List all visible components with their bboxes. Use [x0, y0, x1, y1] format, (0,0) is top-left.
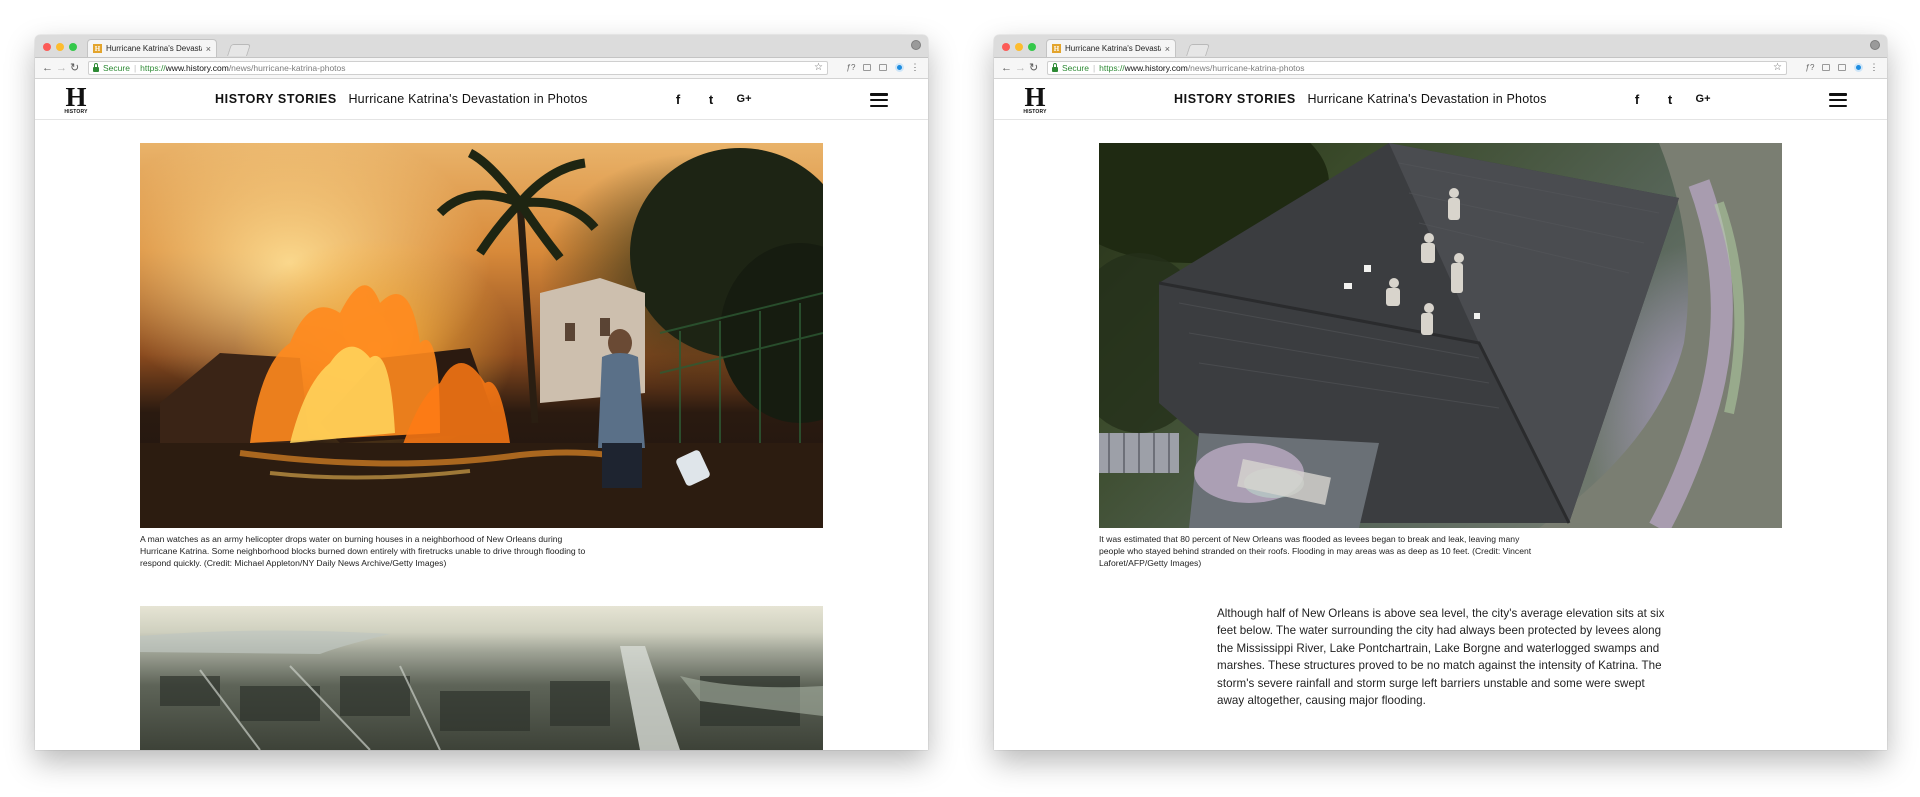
history-favicon-icon: H [1052, 44, 1061, 53]
brand-label[interactable]: HISTORY STORIES [215, 92, 337, 106]
logo-word: HISTORY [1023, 109, 1047, 115]
photo-caption-left: A man watches as an army helicopter drop… [140, 534, 586, 568]
googleplus-icon[interactable]: G+ [1696, 91, 1711, 107]
url-scheme: https:// [1099, 63, 1125, 73]
address-toolbar: ← → ↻ Secure | https:// www.history.com … [35, 58, 928, 79]
browser-window-left: H Hurricane Katrina's Devastation × ← → … [35, 35, 928, 750]
social-share: f t G+ [1630, 91, 1711, 107]
blue-extension-icon[interactable] [1853, 62, 1863, 72]
new-tab-button[interactable] [227, 44, 251, 56]
tab-title: Hurricane Katrina's Devastation [106, 44, 202, 53]
minimize-window-button[interactable] [1015, 43, 1023, 51]
url-path: /news/hurricane-katrina-photos [228, 63, 346, 73]
header-title: HISTORY STORIES Hurricane Katrina's Deva… [1174, 92, 1547, 106]
address-bar[interactable]: Secure | https:// www.history.com /news/… [1047, 61, 1787, 75]
font-extension-icon[interactable]: ƒ? [846, 62, 856, 72]
chat-extension-icon[interactable] [878, 62, 888, 72]
hamburger-menu-icon[interactable] [870, 93, 888, 107]
site-header: H HISTORY HISTORY STORIES Hurricane Katr… [994, 79, 1887, 120]
twitter-icon[interactable]: t [1663, 91, 1677, 107]
browser-menu-icon[interactable]: ⋮ [1869, 62, 1879, 72]
url-path: /news/hurricane-katrina-photos [1187, 63, 1305, 73]
url-host: www.history.com [1124, 63, 1188, 73]
browser-tab[interactable]: H Hurricane Katrina's Devastation × [87, 39, 217, 57]
tab-title: Hurricane Katrina's Devastation [1065, 44, 1161, 53]
tab-strip: H Hurricane Katrina's Devastation × [994, 35, 1887, 58]
extension-icons: ƒ? ⋮ [1805, 62, 1879, 72]
address-divider: | [133, 63, 137, 73]
window-controls [1002, 43, 1036, 51]
photo-aerial-flooded-city [140, 606, 823, 750]
facebook-icon[interactable]: f [1630, 91, 1644, 107]
browser-window-right: H Hurricane Katrina's Devastation × ← → … [994, 35, 1887, 750]
reload-icon[interactable]: ↻ [1029, 61, 1038, 75]
secure-label: Secure [103, 63, 130, 73]
minimize-window-button[interactable] [56, 43, 64, 51]
article-title: Hurricane Katrina's Devastation in Photo… [1307, 92, 1547, 106]
history-logo[interactable]: H HISTORY [1021, 82, 1049, 116]
bookmark-star-icon[interactable]: ☆ [1773, 62, 1782, 73]
photo-caption-right: It was estimated that 80 percent of New … [1099, 534, 1532, 568]
camera-extension-icon[interactable] [1821, 62, 1831, 72]
camera-extension-icon[interactable] [862, 62, 872, 72]
tab-close-icon[interactable]: × [1165, 44, 1170, 54]
new-tab-button[interactable] [1186, 44, 1210, 56]
photo-burning-houses [140, 143, 823, 528]
back-arrow-icon[interactable]: ← [42, 61, 53, 75]
profile-icon[interactable] [911, 40, 921, 50]
browser-tab[interactable]: H Hurricane Katrina's Devastation × [1046, 39, 1176, 57]
address-bar[interactable]: Secure | https:// www.history.com /news/… [88, 61, 828, 75]
extension-icons: ƒ? ⋮ [846, 62, 920, 72]
window-controls [43, 43, 77, 51]
header-title: HISTORY STORIES Hurricane Katrina's Deva… [215, 92, 588, 106]
article-title: Hurricane Katrina's Devastation in Photo… [348, 92, 588, 106]
url-scheme: https:// [140, 63, 166, 73]
article-paragraph: Although half of New Orleans is above se… [1217, 607, 1665, 708]
logo-letter: H [1024, 82, 1046, 112]
aerial-city-svg [140, 630, 823, 750]
logo-letter: H [65, 82, 87, 112]
hamburger-menu-icon[interactable] [1829, 93, 1847, 107]
burning-scene-svg [140, 148, 823, 528]
site-header: H HISTORY HISTORY STORIES Hurricane Katr… [35, 79, 928, 120]
twitter-icon[interactable]: t [704, 91, 718, 107]
history-logo[interactable]: H HISTORY [62, 82, 90, 116]
address-toolbar: ← → ↻ Secure | https:// www.history.com … [994, 58, 1887, 79]
url-host: www.history.com [165, 63, 229, 73]
reload-icon[interactable]: ↻ [70, 61, 79, 75]
tab-strip: H Hurricane Katrina's Devastation × [35, 35, 928, 58]
maximize-window-button[interactable] [1028, 43, 1036, 51]
forward-arrow-icon[interactable]: → [1015, 61, 1026, 75]
secure-label: Secure [1062, 63, 1089, 73]
font-extension-icon[interactable]: ƒ? [1805, 62, 1815, 72]
history-favicon-icon: H [93, 44, 102, 53]
address-divider: | [1092, 63, 1096, 73]
back-arrow-icon[interactable]: ← [1001, 61, 1012, 75]
bookmark-star-icon[interactable]: ☆ [814, 62, 823, 73]
brand-label[interactable]: HISTORY STORIES [1174, 92, 1296, 106]
facebook-icon[interactable]: f [671, 91, 685, 107]
close-window-button[interactable] [43, 43, 51, 51]
forward-arrow-icon[interactable]: → [56, 61, 67, 75]
rooftop-scene-svg [1099, 143, 1782, 528]
blue-extension-icon[interactable] [894, 62, 904, 72]
logo-word: HISTORY [64, 109, 88, 115]
chat-extension-icon[interactable] [1837, 62, 1847, 72]
lock-icon [93, 62, 99, 72]
lock-icon [1052, 62, 1058, 72]
photo-rooftop-survivors [1099, 143, 1782, 528]
social-share: f t G+ [671, 91, 752, 107]
profile-icon[interactable] [1870, 40, 1880, 50]
maximize-window-button[interactable] [69, 43, 77, 51]
browser-menu-icon[interactable]: ⋮ [910, 62, 920, 72]
tab-close-icon[interactable]: × [206, 44, 211, 54]
googleplus-icon[interactable]: G+ [737, 91, 752, 107]
close-window-button[interactable] [1002, 43, 1010, 51]
